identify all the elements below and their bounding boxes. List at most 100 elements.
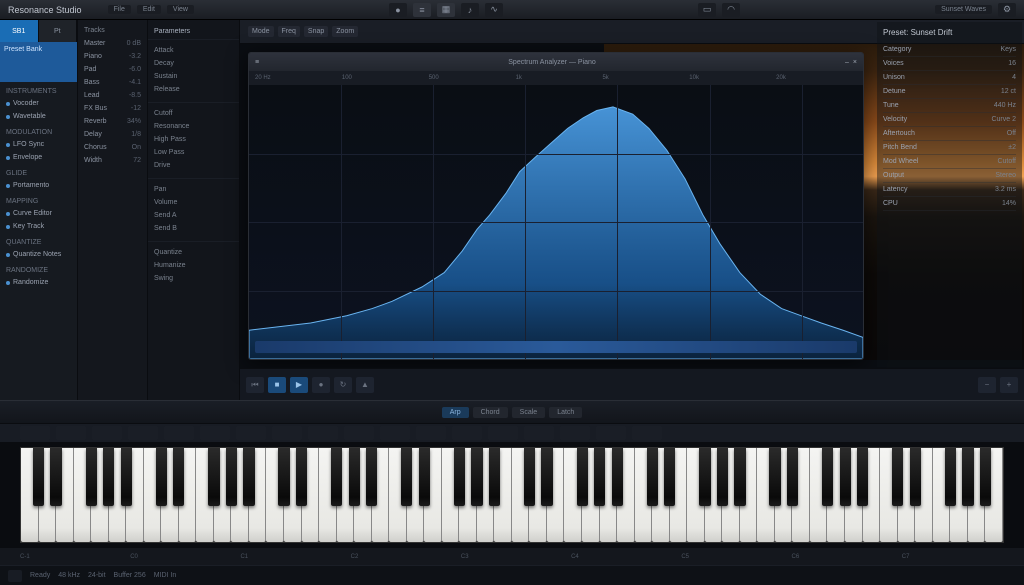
track-item[interactable]: Pad-6.0 [78,63,147,76]
toolbar-zoom[interactable]: Zoom [332,26,358,37]
track-item[interactable]: FX Bus-12 [78,102,147,115]
black-key[interactable] [524,448,535,506]
control-knob[interactable] [56,426,86,440]
inspector-row[interactable]: Unison4 [883,71,1016,85]
play-button[interactable]: ▶ [290,377,308,393]
inspector-row[interactable]: VelocityCurve 2 [883,113,1016,127]
control-knob[interactable] [164,426,194,440]
black-key[interactable] [366,448,377,506]
menu-edit[interactable]: Edit [137,5,161,14]
window-menu-icon[interactable]: ≡ [255,59,259,66]
inspector-row[interactable]: CategoryKeys [883,43,1016,57]
parameter-item[interactable]: High Pass [148,133,239,146]
loop-button[interactable]: ↻ [334,377,352,393]
inspector-row[interactable]: Latency3.2 ms [883,183,1016,197]
control-knob[interactable] [20,426,50,440]
black-key[interactable] [945,448,956,506]
control-knob[interactable] [524,426,554,440]
parameter-item[interactable]: Send A [148,209,239,222]
browser-item[interactable]: LFO Sync [0,138,77,151]
browser-icon[interactable]: ▦ [437,3,455,17]
headphones-icon[interactable]: ◠ [722,3,740,17]
inspector-row[interactable]: CPU14% [883,197,1016,211]
browser-item[interactable]: Key Track [0,220,77,233]
parameter-item[interactable]: Resonance [148,120,239,133]
black-key[interactable] [787,448,798,506]
control-knob[interactable] [488,426,518,440]
toolbar-mode[interactable]: Mode [248,26,274,37]
parameter-item[interactable]: Release [148,83,239,96]
arp-button[interactable]: Arp [442,407,469,418]
toolbar-freq[interactable]: Freq [278,26,300,37]
inspector-row[interactable]: Tune440 Hz [883,99,1016,113]
spectrum-titlebar[interactable]: ≡ Spectrum Analyzer — Piano – × [249,53,863,71]
black-key[interactable] [226,448,237,506]
control-knob[interactable] [344,426,374,440]
black-key[interactable] [50,448,61,506]
settings-icon[interactable]: ⚙ [998,3,1016,17]
black-key[interactable] [33,448,44,506]
control-knob[interactable] [92,426,122,440]
control-knob[interactable] [308,426,338,440]
black-key[interactable] [857,448,868,506]
control-knob[interactable] [632,426,662,440]
black-key[interactable] [664,448,675,506]
toolbar-snap[interactable]: Snap [304,26,328,37]
parameter-item[interactable]: Sustain [148,70,239,83]
preset-bank-block[interactable]: Preset Bank [0,42,77,82]
midi-icon[interactable]: ♪ [461,3,479,17]
black-key[interactable] [962,448,973,506]
latch-button[interactable]: Latch [549,407,582,418]
black-key[interactable] [419,448,430,506]
black-key[interactable] [910,448,921,506]
black-key[interactable] [840,448,851,506]
black-key[interactable] [647,448,658,506]
parameter-item[interactable]: Volume [148,196,239,209]
track-item[interactable]: Lead-8.5 [78,89,147,102]
spectrum-display[interactable] [249,85,863,359]
record-icon[interactable]: ● [389,3,407,17]
black-key[interactable] [121,448,132,506]
track-item[interactable]: ChorusOn [78,141,147,154]
black-key[interactable] [331,448,342,506]
parameter-item[interactable]: Cutoff [148,107,239,120]
automation-icon[interactable]: ∿ [485,3,503,17]
menu-file[interactable]: File [108,5,131,14]
black-key[interactable] [86,448,97,506]
parameter-item[interactable]: Humanize [148,259,239,272]
parameter-item[interactable]: Pan [148,183,239,196]
black-key[interactable] [349,448,360,506]
black-key[interactable] [577,448,588,506]
zoom-in-button[interactable]: + [1000,377,1018,393]
parameter-item[interactable]: Attack [148,44,239,57]
menu-view[interactable]: View [167,5,194,14]
black-key[interactable] [822,448,833,506]
browser-item[interactable]: Quantize Notes [0,248,77,261]
black-key[interactable] [243,448,254,506]
control-knob[interactable] [416,426,446,440]
stop-button[interactable]: ■ [268,377,286,393]
timeline-ruler[interactable] [255,341,857,353]
parameter-item[interactable]: Low Pass [148,146,239,159]
window-close-icon[interactable]: × [853,59,857,66]
black-key[interactable] [699,448,710,506]
status-menu-button[interactable] [8,570,22,582]
mixer-icon[interactable]: ≡ [413,3,431,17]
parameter-item[interactable]: Swing [148,272,239,285]
inspector-row[interactable]: AftertouchOff [883,127,1016,141]
black-key[interactable] [892,448,903,506]
rewind-button[interactable]: ⏮ [246,377,264,393]
track-item[interactable]: Width72 [78,154,147,167]
black-key[interactable] [296,448,307,506]
black-key[interactable] [734,448,745,506]
chord-button[interactable]: Chord [473,407,508,418]
track-item[interactable]: Piano-3.2 [78,50,147,63]
control-knob[interactable] [452,426,482,440]
browser-tab-2[interactable]: Pt [39,20,78,42]
black-key[interactable] [612,448,623,506]
inspector-row[interactable]: Pitch Bend±2 [883,141,1016,155]
black-key[interactable] [471,448,482,506]
parameter-item[interactable]: Decay [148,57,239,70]
scale-button[interactable]: Scale [512,407,546,418]
control-knob[interactable] [596,426,626,440]
